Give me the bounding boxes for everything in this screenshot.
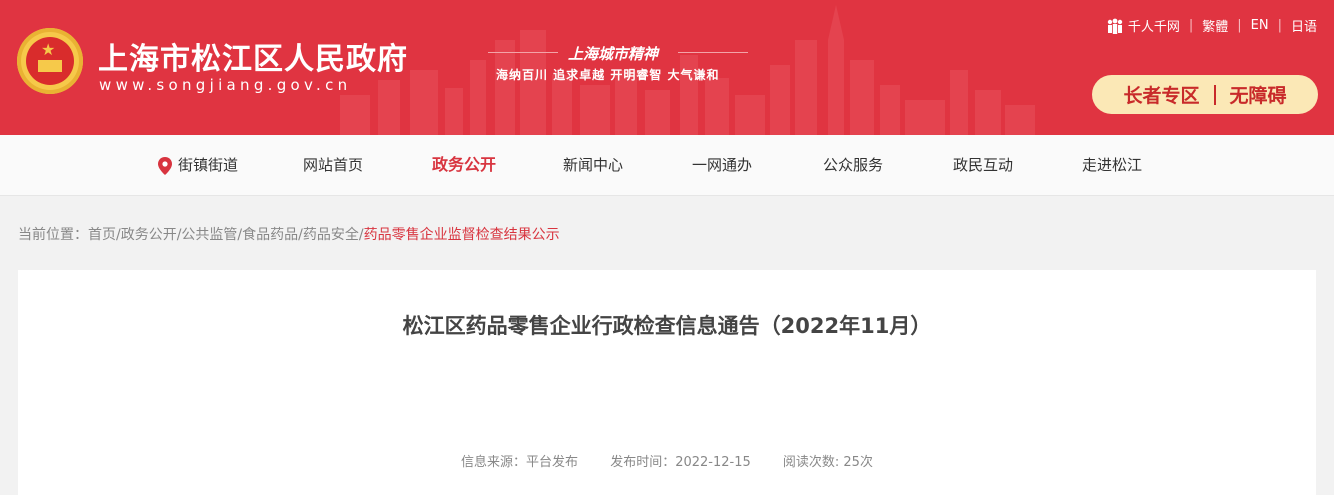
link-english[interactable]: EN	[1251, 18, 1269, 33]
site-header: ★ 上海市松江区人民政府 www.songjiang.gov.cn 上海城市精神…	[0, 0, 1334, 135]
nav-item-government-affairs[interactable]: 政务公开	[432, 135, 496, 195]
site-url: www.songjiang.gov.cn	[99, 76, 352, 94]
top-links: 千人千网 | 繁體 | EN | 日语	[1106, 16, 1317, 35]
slogan-title: 上海城市精神	[568, 45, 659, 63]
article-publish-time: 发布时间：2022-12-15	[610, 455, 751, 470]
nav-item-interaction[interactable]: 政民互动	[953, 135, 1013, 195]
separator	[1213, 84, 1216, 105]
article-meta: 信息来源：平台发布 发布时间：2022-12-15 阅读次数: 25次	[18, 451, 1316, 470]
elder-zone-button[interactable]: 长者专区	[1123, 81, 1199, 108]
slogan-text: 海纳百川 追求卓越 开明睿智 大气谦和	[496, 68, 720, 82]
elder-accessibility-bar: 长者专区 无障碍	[1092, 75, 1318, 114]
breadcrumb-prefix: 当前位置：	[18, 227, 88, 243]
nav-item-about-songjiang[interactable]: 走进松江	[1082, 135, 1142, 195]
people-icon	[1107, 18, 1123, 34]
location-pin-icon	[158, 156, 172, 175]
slogan-divider-left	[488, 52, 558, 53]
site-title[interactable]: 上海市松江区人民政府	[98, 34, 408, 78]
nav-item-home[interactable]: 网站首页	[303, 135, 363, 195]
article-title: 松江区药品零售企业行政检查信息通告（2022年11月）	[402, 314, 932, 338]
link-japanese[interactable]: 日语	[1291, 16, 1317, 35]
accessibility-button[interactable]: 无障碍	[1230, 81, 1287, 108]
breadcrumb-current[interactable]: 药品零售企业监督检查结果公示	[364, 227, 560, 243]
nav-item-label: 街镇街道	[178, 156, 239, 174]
separator: |	[1237, 18, 1242, 33]
breadcrumb: 当前位置：首页/政务公开/公共监管/食品药品/药品安全/药品零售企业监督检查结果…	[18, 224, 560, 244]
link-qianren-qianwang[interactable]: 千人千网	[1128, 16, 1180, 35]
slogan-divider-right	[678, 52, 748, 53]
article-card: 松江区药品零售企业行政检查信息通告（2022年11月） 信息来源：平台发布 发布…	[18, 270, 1316, 495]
link-traditional-chinese[interactable]: 繁體	[1202, 16, 1228, 35]
separator: |	[1188, 18, 1194, 33]
article-views: 阅读次数: 25次	[782, 455, 873, 470]
nav-item-news[interactable]: 新闻中心	[563, 135, 623, 195]
national-emblem-logo[interactable]: ★	[17, 28, 83, 94]
nav-item-public-services[interactable]: 公众服务	[823, 135, 883, 195]
nav-item-towns[interactable]: 街镇街道	[158, 135, 238, 195]
separator: |	[1277, 18, 1282, 33]
main-nav: 街镇街道 网站首页 政务公开 新闻中心 一网通办 公众服务 政民互动 走进松江	[0, 135, 1334, 196]
article-source: 信息来源：平台发布	[461, 455, 579, 470]
breadcrumb-path[interactable]: 首页/政务公开/公共监管/食品药品/药品安全/	[88, 227, 364, 243]
nav-item-online-services[interactable]: 一网通办	[692, 135, 752, 195]
